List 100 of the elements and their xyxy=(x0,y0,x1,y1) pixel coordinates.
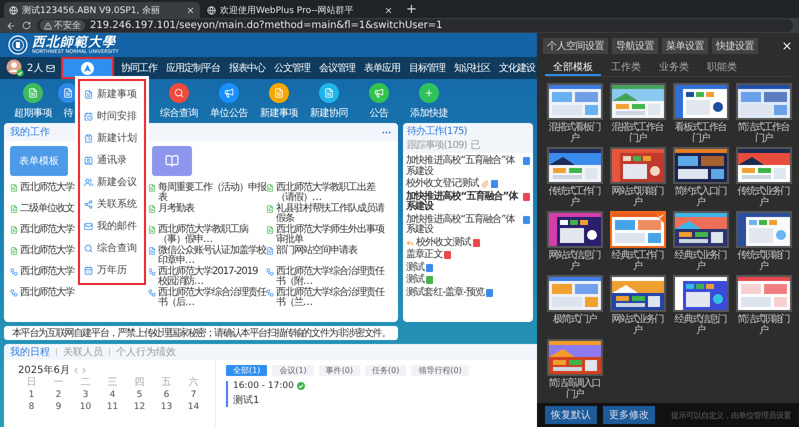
menu-item[interactable]: 万年历 xyxy=(80,259,144,281)
portal-thumbnail[interactable] xyxy=(610,211,666,248)
portal-thumbnail[interactable] xyxy=(672,275,728,312)
filter-tab[interactable]: 任务(0) xyxy=(365,365,406,376)
calendar-day[interactable]: 11 xyxy=(99,401,126,413)
work-item[interactable]: 西北师范大学教职工病（事）假申… xyxy=(148,225,266,246)
calendar-day[interactable]: 10 xyxy=(72,401,99,413)
template-tab[interactable]: 业务类 xyxy=(651,59,697,76)
menu-item[interactable]: 关联系统 xyxy=(80,193,144,215)
shortcut-button[interactable]: 超期事项 xyxy=(8,82,58,120)
calendar-day[interactable]: 6 xyxy=(153,389,180,401)
settings-button[interactable]: 个人空间设置 xyxy=(543,38,608,54)
mail-icon[interactable] xyxy=(46,64,56,72)
todo-item[interactable]: 加快推进高校“五育融合”体系建设 xyxy=(406,156,530,177)
menu-item[interactable]: 新建事项 xyxy=(80,83,144,105)
portal-thumbnail[interactable] xyxy=(672,83,728,120)
work-item[interactable]: 二级单位收文 xyxy=(10,204,74,225)
settings-button[interactable]: 快捷设置 xyxy=(712,38,758,54)
work-item[interactable]: 西北师范大学 xyxy=(10,267,74,288)
menu-item[interactable]: 新建计划 xyxy=(80,127,144,149)
shortcut-button[interactable]: 添加快捷 xyxy=(404,82,454,120)
nav-item[interactable]: 目标管理 xyxy=(407,57,447,79)
calendar-day[interactable]: 3 xyxy=(72,389,99,401)
menu-item[interactable]: 我的邮件 xyxy=(80,215,144,237)
work-item[interactable]: 部门网站空间申请表 xyxy=(266,246,390,267)
settings-button[interactable]: 导航设置 xyxy=(612,38,658,54)
portal-thumbnail[interactable] xyxy=(546,211,602,248)
back-icon[interactable] xyxy=(6,20,16,30)
work-item[interactable]: 西北师范大学教职工出差（请假）… xyxy=(266,183,390,204)
portal-thumbnail[interactable] xyxy=(546,147,602,184)
work-item[interactable]: 西北师范大学综合治理责任书（兰… xyxy=(266,288,390,309)
portal-thumbnail[interactable] xyxy=(736,275,792,312)
menu-item[interactable]: 时间安排 xyxy=(80,105,144,127)
menu-item[interactable]: 新建会议 xyxy=(80,171,144,193)
shortcut-button[interactable]: 新建事项 xyxy=(254,82,304,120)
shortcut-button[interactable]: 单位公告 xyxy=(204,82,254,120)
work-item[interactable]: 礼县驻村帮扶工作队成员请假条 xyxy=(266,204,390,225)
portal-thumbnail[interactable] xyxy=(736,211,792,248)
schedule-tab[interactable]: 我的日程 xyxy=(10,345,50,359)
address-field[interactable]: 不安全 219.246.197.101/seeyon/main.do?method=main&fl=1&switchUser=1 xyxy=(37,19,793,32)
template-tab[interactable]: 职能类 xyxy=(699,59,745,76)
work-item[interactable]: 微信公众账号认证加盖学校印章申… xyxy=(148,246,266,267)
calendar-day[interactable]: 7 xyxy=(180,389,207,401)
calendar-day[interactable]: 1 xyxy=(18,389,45,401)
portal-thumbnail[interactable] xyxy=(610,83,666,120)
footer-button[interactable]: 更多修改 xyxy=(603,406,655,424)
new-tab-button[interactable]: + xyxy=(400,2,423,18)
todo-tab[interactable]: 待办工作(175) xyxy=(407,124,467,138)
portal-thumbnail[interactable] xyxy=(736,83,792,120)
home-button[interactable] xyxy=(61,57,114,79)
portal-thumbnail[interactable] xyxy=(672,147,728,184)
security-badge[interactable]: 不安全 xyxy=(40,20,85,31)
nav-item[interactable]: 会议管理 xyxy=(317,57,357,79)
portal-thumbnail[interactable] xyxy=(546,339,602,376)
nav-item[interactable]: 表单应用 xyxy=(362,57,402,79)
todo-item[interactable]: 加快推进高校“五育融合”体系建设 xyxy=(406,214,530,236)
calendar-day[interactable]: 2 xyxy=(45,389,72,401)
todo-item[interactable]: 加快推进高校“五育融合”体系建设 xyxy=(406,192,530,212)
calendar-day[interactable]: 14 xyxy=(180,401,207,413)
calendar-day[interactable]: 13 xyxy=(153,401,180,413)
reload-icon[interactable] xyxy=(22,21,31,30)
calendar-day[interactable]: 9 xyxy=(45,401,72,413)
todo-item[interactable]: 测试 xyxy=(406,275,530,286)
work-item[interactable]: 西北师范大学师生外出事项审批单 xyxy=(266,225,390,246)
todo-item[interactable]: 校外收文登记测试 xyxy=(406,179,530,190)
portal-thumbnail[interactable] xyxy=(672,211,728,248)
nav-item[interactable]: 应用定制平台 xyxy=(164,57,222,79)
menu-item[interactable]: 综合查询 xyxy=(80,237,144,259)
todo-item[interactable]: 测试套红-盖章-预览 xyxy=(406,288,530,298)
settings-button[interactable]: 菜单设置 xyxy=(662,38,708,54)
work-item[interactable]: 西北师范大学 xyxy=(10,246,74,267)
todo-item[interactable]: 测试 xyxy=(406,262,530,273)
template-tab[interactable]: 工作类 xyxy=(603,59,649,76)
todo-item[interactable]: 校外收文测试 xyxy=(406,238,530,248)
shortcut-button[interactable]: 新建协同 xyxy=(304,82,354,120)
footer-button[interactable]: 恢复默认 xyxy=(545,406,597,424)
shortcut-button[interactable]: 公告 xyxy=(354,82,404,120)
close-icon[interactable] xyxy=(781,40,793,52)
work-item[interactable]: 西北师范大学2017-2019校园消防… xyxy=(148,267,266,288)
calendar-day[interactable]: 12 xyxy=(126,401,153,413)
filter-tab[interactable]: 事件(0) xyxy=(318,365,360,376)
work-item[interactable]: 西北师范大学 xyxy=(10,183,74,204)
nav-item[interactable]: 文化建设 xyxy=(497,57,537,79)
portal-thumbnail[interactable] xyxy=(610,275,666,312)
filter-tab[interactable]: 领导行程(0) xyxy=(411,365,469,376)
browser-tab[interactable]: 欢迎使用WebPlus Pro--网站群平 xyxy=(202,2,398,18)
nav-item[interactable]: 协同工作 xyxy=(119,57,159,79)
nav-item[interactable]: 知识社区 xyxy=(452,57,492,79)
work-item[interactable]: 西北师范大学 xyxy=(10,225,74,246)
filter-tab[interactable]: 会议(1) xyxy=(272,365,314,376)
work-item[interactable]: 西北师范大学综合治理责任书（后… xyxy=(148,288,266,309)
portal-thumbnail[interactable] xyxy=(546,83,602,120)
shortcut-button[interactable]: 综合查询 xyxy=(154,82,204,120)
portal-thumbnail[interactable] xyxy=(610,147,666,184)
portal-thumbnail[interactable] xyxy=(736,147,792,184)
work-item[interactable]: 西北师范大学 xyxy=(10,288,74,309)
nav-item[interactable]: 报表中心 xyxy=(227,57,267,79)
portal-thumbnail[interactable] xyxy=(546,275,602,312)
calendar-day[interactable]: 8 xyxy=(18,401,45,413)
schedule-event[interactable]: 16:00 - 17:00 测试1 xyxy=(226,381,527,407)
